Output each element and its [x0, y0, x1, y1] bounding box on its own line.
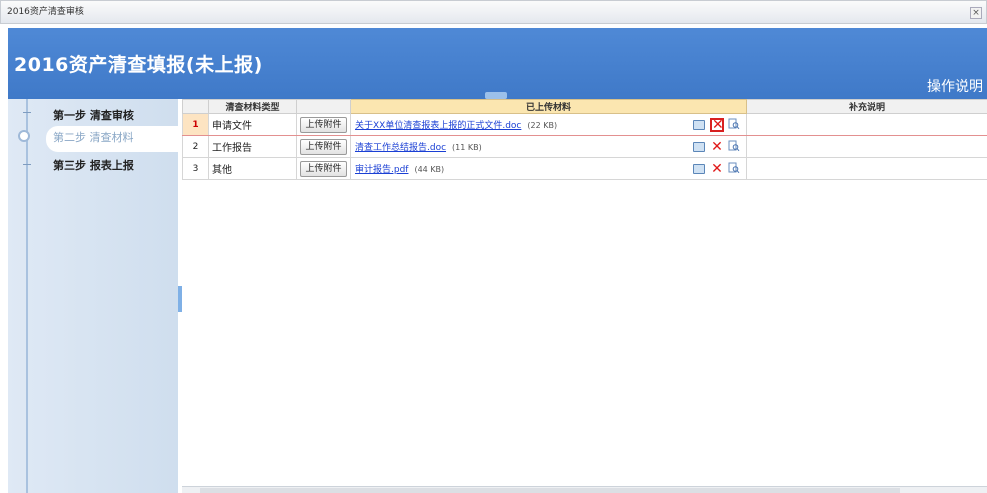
note-cell[interactable]	[746, 135, 987, 158]
col-uploaded-header: 已上传材料	[350, 99, 747, 114]
delete-icon[interactable]: ✕	[710, 118, 724, 132]
close-icon[interactable]: ×	[970, 7, 982, 19]
file-size: (22 KB)	[527, 121, 558, 130]
header-banner: 2016资产清查填报(未上报) 操作说明	[8, 28, 987, 99]
collapse-handle[interactable]	[485, 92, 507, 99]
upload-button[interactable]: 上传附件	[300, 160, 347, 177]
help-link[interactable]: 操作说明	[927, 76, 983, 96]
step-item-3[interactable]: 第三步 报表上报	[53, 154, 173, 178]
note-cell[interactable]	[746, 157, 987, 180]
edit-icon[interactable]	[692, 162, 706, 176]
step-timeline	[26, 99, 28, 493]
horizontal-scrollbar[interactable]	[182, 486, 987, 493]
step-item-2[interactable]: 第二步 清查材料	[46, 126, 178, 152]
edit-icon[interactable]	[692, 140, 706, 154]
col-upload-header	[296, 99, 351, 114]
materials-table: 清查材料类型 已上传材料 补充说明 1 申请文件 上传附件 关于XX单位清查报表…	[182, 99, 987, 180]
scrollbar-thumb[interactable]	[200, 488, 900, 493]
table-header-row: 清查材料类型 已上传材料 补充说明	[182, 99, 987, 114]
materials-panel: 清查材料类型 已上传材料 补充说明 1 申请文件 上传附件 关于XX单位清查报表…	[182, 99, 987, 493]
window-tab-title: 2016资产清查审核	[7, 7, 84, 17]
uploaded-file-cell: 清查工作总结报告.doc (11 KB) ✕	[350, 135, 747, 158]
step-item-1[interactable]: 第一步 清查审核	[53, 104, 173, 128]
table-row[interactable]: 2 工作报告 上传附件 清查工作总结报告.doc (11 KB) ✕	[182, 135, 987, 158]
material-type: 申请文件	[208, 113, 297, 136]
upload-button[interactable]: 上传附件	[300, 116, 347, 133]
table-row[interactable]: 1 申请文件 上传附件 关于XX单位清查报表上报的正式文件.doc (22 KB)…	[182, 113, 987, 136]
note-cell[interactable]	[746, 113, 987, 136]
preview-icon[interactable]	[728, 162, 742, 176]
preview-icon[interactable]	[728, 140, 742, 154]
edit-icon[interactable]	[692, 118, 706, 132]
upload-button[interactable]: 上传附件	[300, 138, 347, 155]
file-size: (44 KB)	[414, 165, 445, 174]
delete-icon[interactable]: ✕	[710, 140, 724, 154]
col-type-header: 清查材料类型	[208, 99, 297, 114]
page-title: 2016资产清查填报(未上报)	[14, 54, 263, 76]
file-link[interactable]: 清查工作总结报告.doc	[355, 143, 446, 153]
file-link[interactable]: 关于XX单位清查报表上报的正式文件.doc	[355, 121, 521, 131]
step-sidebar: 第一步 清查审核 第二步 清查材料 第三步 报表上报	[8, 99, 178, 493]
table-row[interactable]: 3 其他 上传附件 审计报告.pdf (44 KB) ✕	[182, 157, 987, 180]
file-size: (11 KB)	[452, 143, 482, 152]
material-type: 其他	[208, 157, 297, 180]
window-tab[interactable]: 2016资产清查审核 ×	[0, 0, 987, 24]
uploaded-file-cell: 关于XX单位清查报表上报的正式文件.doc (22 KB) ✕	[350, 113, 747, 136]
file-link[interactable]: 审计报告.pdf	[355, 165, 408, 175]
uploaded-file-cell: 审计报告.pdf (44 KB) ✕	[350, 157, 747, 180]
row-number: 3	[182, 157, 209, 180]
row-number: 1	[182, 113, 209, 136]
preview-icon[interactable]	[728, 118, 742, 132]
delete-icon[interactable]: ✕	[710, 162, 724, 176]
col-note-header: 补充说明	[746, 99, 987, 114]
step-dash	[23, 112, 31, 113]
step-dash	[23, 164, 31, 165]
current-step-marker	[18, 130, 30, 142]
row-number: 2	[182, 135, 209, 158]
col-num-header	[182, 99, 209, 114]
material-type: 工作报告	[208, 135, 297, 158]
